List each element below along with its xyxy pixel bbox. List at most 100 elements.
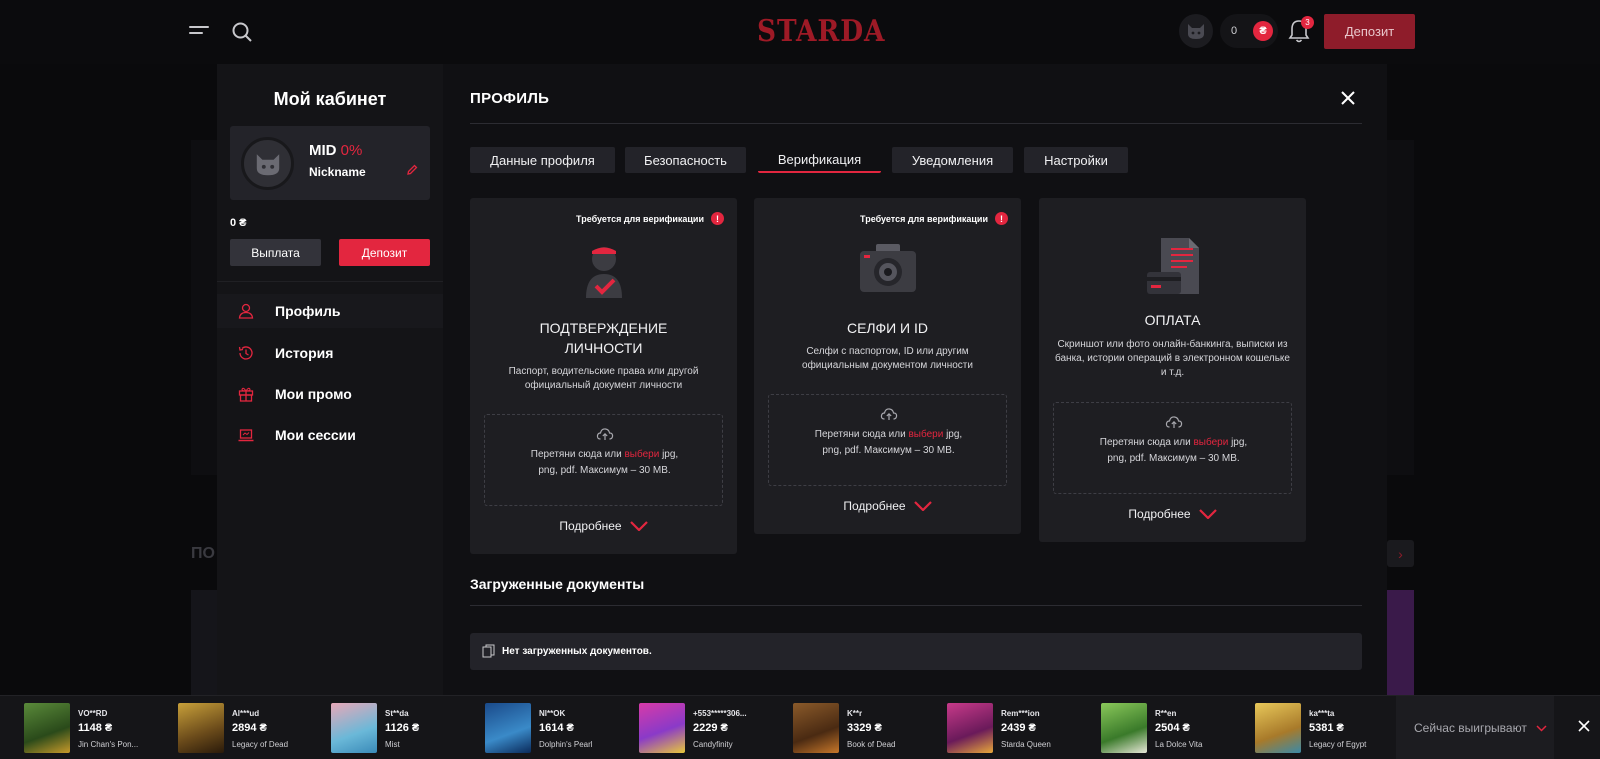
game-name: Starda Queen [1001, 740, 1051, 749]
profile-panel: ПРОФИЛЬ Данные профиля Безопасность Вери… [443, 64, 1387, 695]
search-icon[interactable] [231, 21, 253, 43]
game-name: Dolphin's Pearl [539, 740, 593, 749]
sidebar-item-label: Профиль [275, 303, 341, 319]
alert-icon: ! [995, 212, 1008, 225]
more-button[interactable]: Подробнее [754, 499, 1021, 513]
history-icon [238, 346, 253, 360]
game-thumbnail [947, 703, 993, 753]
verification-card-selfie: Требуется для верификации ! СЕЛФИ И ID С… [754, 198, 1021, 534]
divider [470, 605, 1362, 606]
sidebar-item-sessions[interactable]: Мои сессии [217, 418, 443, 452]
more-button[interactable]: Подробнее [1039, 507, 1306, 521]
ticker-item[interactable]: ka***ta 5381 ₴ Legacy of Egypt [1255, 703, 1405, 753]
chevron-down-icon [913, 501, 932, 511]
background-banner [191, 140, 217, 475]
background-game-tile [191, 590, 217, 695]
winner-name: VO**RD [78, 709, 108, 718]
tab-security[interactable]: Безопасность [625, 147, 746, 173]
dropzone-text: Перетяни сюда или выбери jpg, png, pdf. … [485, 447, 724, 479]
menu-icon[interactable] [189, 24, 209, 40]
header-balance[interactable]: 0 ₴ [1220, 14, 1278, 48]
header-balance-value: 0 [1231, 25, 1238, 37]
notification-badge: 3 [1301, 16, 1314, 29]
game-name: Jin Chan's Pon... [78, 740, 139, 749]
page-title: ПРОФИЛЬ [470, 90, 550, 107]
sidebar-item-profile[interactable]: Профиль [217, 294, 443, 328]
game-name: Legacy of Egypt [1309, 740, 1367, 749]
avatar[interactable] [1179, 14, 1213, 48]
background-section-heading: ПО [191, 545, 215, 562]
withdraw-button[interactable]: Выплата [230, 239, 321, 266]
more-label: Подробнее [1128, 507, 1191, 521]
divider [217, 281, 443, 282]
divider [470, 123, 1362, 124]
nickname: Nickname [309, 165, 366, 179]
user-icon [238, 303, 254, 319]
file-dropzone[interactable]: Перетяни сюда или выбери jpg, png, pdf. … [484, 414, 723, 506]
tab-settings[interactable]: Настройки [1024, 147, 1128, 173]
tab-verification[interactable]: Верификация [758, 147, 881, 173]
choose-file-link[interactable]: выбери [908, 429, 943, 440]
sidebar-deposit-button[interactable]: Депозит [339, 239, 430, 266]
level-percent: 0% [340, 142, 363, 159]
win-amount: 2229 ₴ [693, 722, 728, 734]
dropzone-prompt: Перетяни сюда или [1099, 437, 1191, 448]
carousel-next-button[interactable]: › [1387, 540, 1414, 567]
winner-name: R**en [1155, 709, 1177, 718]
chevron-down-icon [629, 521, 648, 531]
file-dropzone[interactable]: Перетяни сюда или выбери jpg, png, pdf. … [1053, 402, 1292, 494]
ticker-item[interactable]: +553*****306... 2229 ₴ Candyfinity [639, 703, 789, 753]
card-description: Паспорт, водительские права или другой о… [508, 366, 699, 391]
close-icon[interactable] [1340, 90, 1356, 106]
winner-name: ka***ta [1309, 709, 1335, 718]
site-logo[interactable]: STARDA [757, 14, 885, 49]
close-icon[interactable] [1578, 720, 1590, 732]
win-amount: 1614 ₴ [539, 722, 574, 734]
game-thumbnail [331, 703, 377, 753]
top-header: STARDA 0 ₴ 3 Депозит [0, 0, 1600, 64]
chevron-down-icon [1536, 724, 1547, 732]
more-button[interactable]: Подробнее [470, 519, 737, 533]
win-amount: 1126 ₴ [385, 722, 420, 734]
game-thumbnail [793, 703, 839, 753]
ticker-item[interactable]: Al***ud 2894 ₴ Legacy of Dead [178, 703, 328, 753]
win-amount: 2504 ₴ [1155, 722, 1190, 734]
win-amount: 5381 ₴ [1309, 722, 1344, 734]
tab-profile-data[interactable]: Данные профиля [470, 147, 615, 173]
card-description: Селфи с паспортом, ID или другим официал… [802, 346, 973, 371]
game-name: Candyfinity [693, 740, 733, 749]
level-name: MID [309, 142, 337, 159]
ticker-item[interactable]: Nl**OK 1614 ₴ Dolphin's Pearl [485, 703, 635, 753]
file-dropzone[interactable]: Перетяни сюда или выбери jpg, png, pdf. … [768, 394, 1007, 486]
dropzone-prompt: Перетяни сюда или [530, 449, 622, 460]
card-title: ОПЛАТА [1059, 310, 1286, 330]
currency-icon: ₴ [1253, 21, 1273, 41]
user-check-icon [470, 242, 737, 302]
tab-notifications[interactable]: Уведомления [892, 147, 1013, 173]
choose-file-link[interactable]: выбери [1193, 437, 1228, 448]
header-deposit-button[interactable]: Депозит [1324, 14, 1415, 49]
pencil-icon[interactable] [406, 164, 418, 176]
required-note: Требуется для верификации ! [860, 212, 1008, 225]
ticker-item[interactable]: VO**RD 1148 ₴ Jin Chan's Pon... [24, 703, 174, 753]
ticker-item[interactable]: R**en 2504 ₴ La Dolce Vita [1101, 703, 1251, 753]
account-sidebar: Мой кабинет MID 0% Nickname 0 ₴ Выплата … [217, 64, 443, 695]
background-game-tile-right [1387, 590, 1414, 695]
required-label: Требуется для верификации [576, 213, 704, 224]
ticker-item[interactable]: K**r 3329 ₴ Book of Dead [793, 703, 943, 753]
sidebar-item-history[interactable]: История [217, 336, 443, 370]
winner-name: Al***ud [232, 709, 260, 718]
card-title-line: СЕЛФИ И ID [846, 320, 929, 336]
winner-name: St**da [385, 709, 409, 718]
ticker-item[interactable]: St**da 1126 ₴ Mist [331, 703, 481, 753]
profile-card: MID 0% Nickname [230, 126, 430, 200]
choose-file-link[interactable]: выбери [624, 449, 659, 460]
winning-now-toggle[interactable]: Сейчас выигрывают [1396, 696, 1554, 759]
winner-name: Nl**OK [539, 709, 566, 718]
chevron-down-icon [1198, 509, 1217, 519]
ticker-item[interactable]: Rem***ion 2439 ₴ Starda Queen [947, 703, 1097, 753]
game-thumbnail [24, 703, 70, 753]
sidebar-title: Мой кабинет [273, 89, 387, 109]
avatar[interactable] [241, 137, 294, 190]
sidebar-item-promo[interactable]: Мои промо [217, 377, 443, 411]
